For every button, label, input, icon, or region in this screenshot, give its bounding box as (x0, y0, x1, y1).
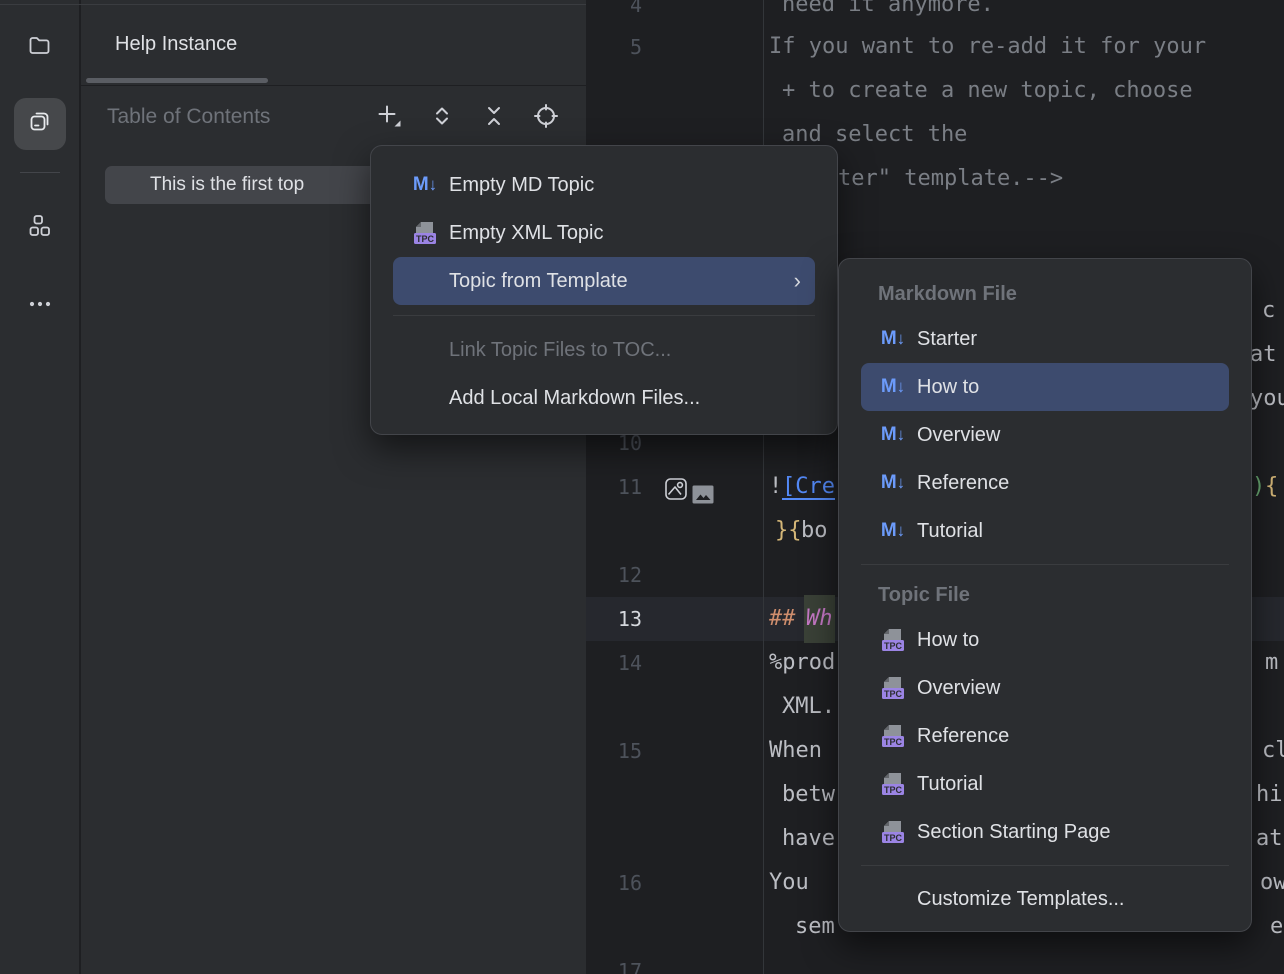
folder-icon (27, 33, 53, 64)
menu-item-label: Tutorial (917, 520, 983, 543)
context-menu-item-link-topic-files-to-toc: Link Topic Files to TOC... (393, 326, 815, 374)
context-menu-item-empty-xml-topic[interactable]: TPC Empty XML Topic (393, 209, 815, 257)
structure-icon (27, 213, 53, 244)
sidebar-item-more[interactable] (14, 280, 66, 332)
menu-item-label: Empty MD Topic (449, 174, 594, 197)
icon-placeholder (409, 385, 441, 411)
submenu-topic-file-item-section-starting-page[interactable]: TPC Section Starting Page (861, 808, 1229, 856)
add-topic-button[interactable] (370, 99, 408, 137)
submenu-arrow-icon: › (794, 270, 801, 292)
markdown-file-icon: M↓ (877, 374, 909, 400)
icon-placeholder (409, 337, 441, 363)
menu-item-label: How to (917, 376, 979, 399)
submenu-topic-file-item-overview[interactable]: TPC Overview (861, 664, 1229, 712)
icon-placeholder (409, 268, 441, 294)
toc-item-label: This is the first top (150, 174, 304, 196)
sidebar-item-structure[interactable] (14, 202, 66, 254)
active-tab-indicator (86, 78, 268, 83)
menu-item-label: Link Topic Files to TOC... (449, 339, 671, 362)
panel-title: Help Instance (115, 33, 237, 56)
svg-text:TPC: TPC (884, 737, 903, 747)
topic-file-icon: TPC (877, 723, 909, 749)
window-top-border (0, 4, 586, 5)
submenu-markdown-file-item-tutorial[interactable]: M↓ Tutorial (861, 507, 1229, 555)
topic-file-icon: TPC (409, 220, 441, 246)
topic-file-icon: TPC (877, 627, 909, 653)
topic-file-icon: TPC (877, 819, 909, 845)
expand-all-icon (428, 102, 456, 135)
collapse-all-button[interactable] (475, 99, 513, 137)
menu-item-label: Overview (917, 677, 1000, 700)
menu-item-label: Reference (917, 472, 1009, 495)
menu-item-label: Overview (917, 424, 1000, 447)
markdown-file-icon: M↓ (877, 326, 909, 352)
markdown-file-icon: M↓ (877, 470, 909, 496)
submenu-topic-file-item-how-to[interactable]: TPC How to (861, 616, 1229, 664)
submenu-section-header-markdown-file: Markdown File (839, 273, 1251, 315)
sidebar-item-project[interactable] (14, 22, 66, 74)
svg-text:TPC: TPC (416, 234, 435, 244)
svg-text:TPC: TPC (884, 689, 903, 699)
panel-header: Help Instance (81, 5, 586, 86)
writerside-window: 4need it anymore.5If you want to re-add … (0, 0, 1284, 974)
submenu-markdown-file-item-how-to[interactable]: M↓ How to (861, 363, 1229, 411)
topic-from-template-submenu: Markdown File M↓ Starter M↓ How to M↓ Overview… (838, 258, 1252, 932)
menu-item-label: Starter (917, 328, 977, 351)
locate-button[interactable] (527, 99, 565, 137)
submenu-markdown-file-item-overview[interactable]: M↓ Overview (861, 411, 1229, 459)
icon-placeholder (877, 886, 909, 912)
sidebar-item-topics[interactable] (14, 98, 66, 150)
image-outline-icon[interactable] (664, 473, 688, 517)
menu-item-label: Customize Templates... (917, 888, 1125, 911)
svg-text:TPC: TPC (884, 833, 903, 843)
plus-dropdown-icon (374, 101, 404, 136)
locate-icon (532, 102, 560, 135)
topic-file-icon: TPC (877, 771, 909, 797)
toc-section-label: Table of Contents (107, 105, 270, 129)
activity-bar (0, 0, 80, 974)
menu-separator (393, 315, 815, 316)
menu-item-label: How to (917, 629, 979, 652)
svg-text:TPC: TPC (884, 785, 903, 795)
image-preview-icon[interactable] (692, 476, 714, 520)
menu-separator (861, 865, 1229, 866)
submenu-section-header-topic-file: Topic File (839, 574, 1251, 616)
topic-file-icon: TPC (877, 675, 909, 701)
menu-item-label: Reference (917, 725, 1009, 748)
context-menu-item-topic-from-template[interactable]: Topic from Template › (393, 257, 815, 305)
new-topic-context-menu: M↓ Empty MD Topic TPC Empty XML Topic Topic … (370, 145, 838, 435)
expand-all-button[interactable] (423, 99, 461, 137)
topics-icon (27, 109, 53, 140)
menu-item-label: Add Local Markdown Files... (449, 387, 700, 410)
collapse-all-icon (480, 102, 508, 135)
sidebar-divider (20, 172, 60, 173)
submenu-topic-file-item-reference[interactable]: TPC Reference (861, 712, 1229, 760)
more-icon (27, 291, 53, 322)
menu-item-label: Empty XML Topic (449, 222, 604, 245)
submenu-markdown-file-item-starter[interactable]: M↓ Starter (861, 315, 1229, 363)
markdown-file-icon: M↓ (877, 422, 909, 448)
markdown-file-icon: M↓ (877, 518, 909, 544)
menu-item-label: Tutorial (917, 773, 983, 796)
submenu-item-customize-templates[interactable]: Customize Templates... (861, 875, 1229, 923)
menu-item-label: Section Starting Page (917, 821, 1110, 844)
context-menu-item-add-local-markdown-files[interactable]: Add Local Markdown Files... (393, 374, 815, 422)
svg-text:TPC: TPC (884, 641, 903, 651)
submenu-markdown-file-item-reference[interactable]: M↓ Reference (861, 459, 1229, 507)
context-menu-item-empty-md-topic[interactable]: M↓ Empty MD Topic (393, 161, 815, 209)
markdown-file-icon: M↓ (409, 172, 441, 198)
toc-toolbar: Table of Contents (81, 86, 586, 150)
menu-item-label: Topic from Template (449, 270, 628, 293)
menu-separator (861, 564, 1229, 565)
submenu-topic-file-item-tutorial[interactable]: TPC Tutorial (861, 760, 1229, 808)
